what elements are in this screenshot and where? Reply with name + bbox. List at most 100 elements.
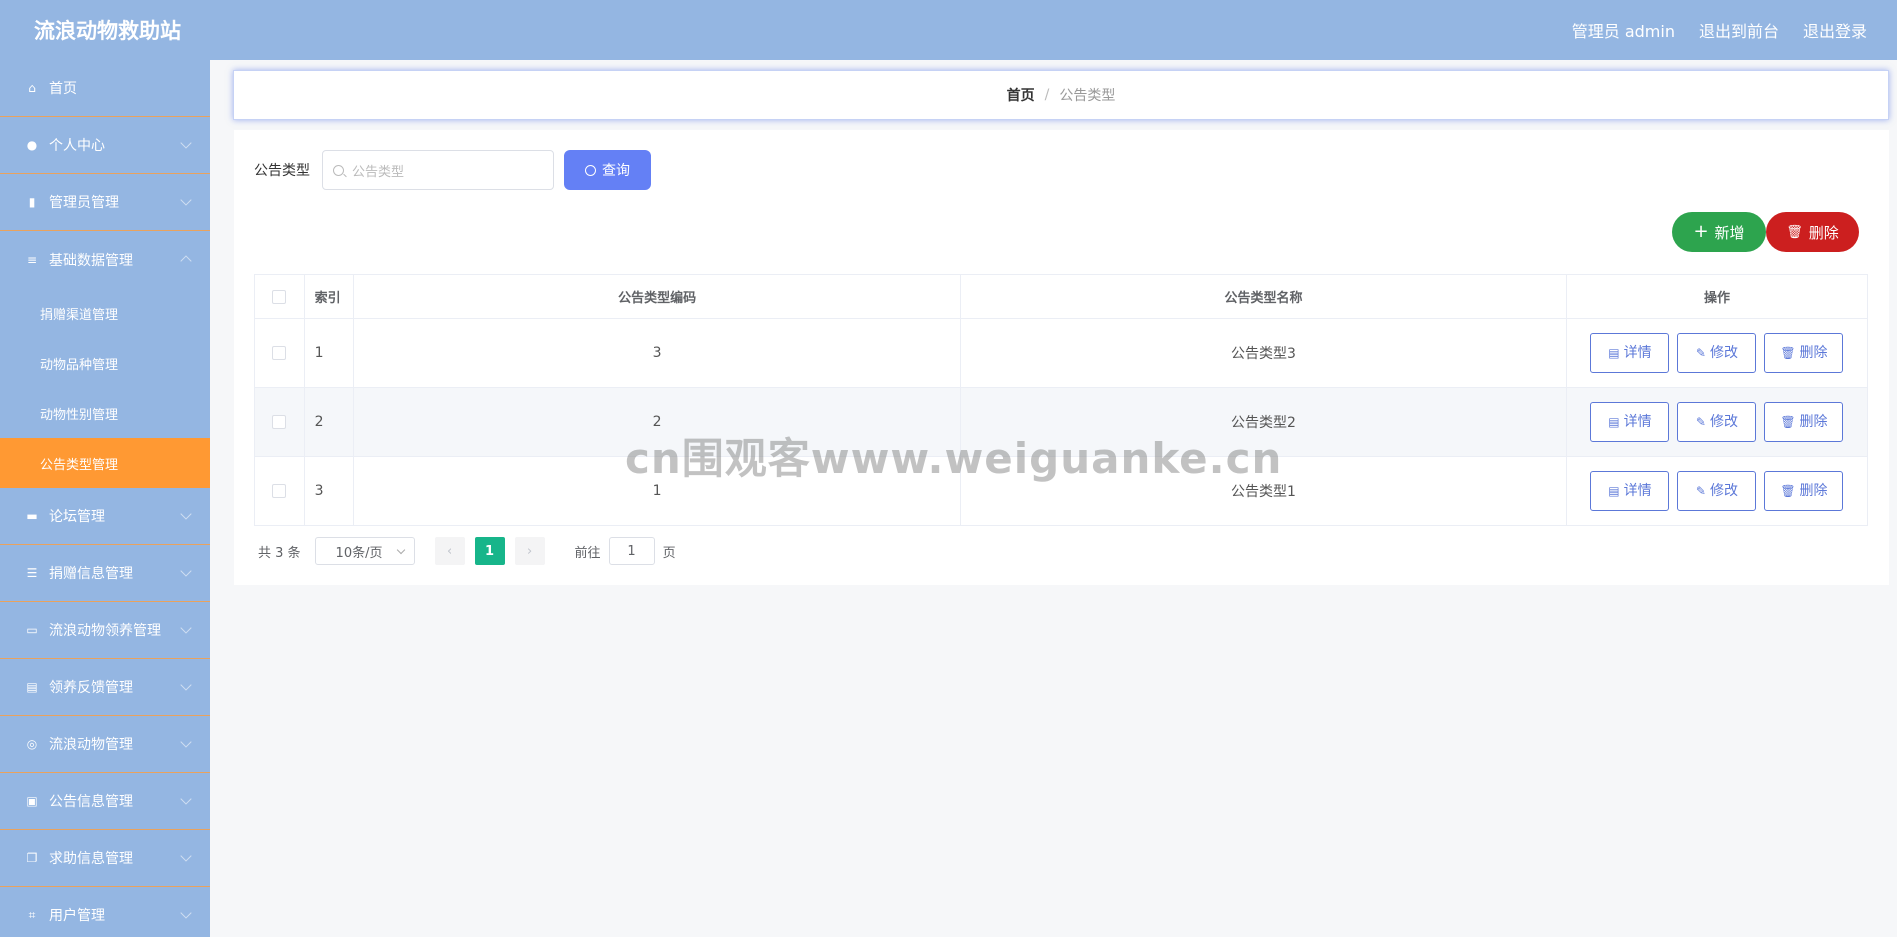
select-all-checkbox[interactable]: [272, 289, 287, 304]
exit-to-frontend-link[interactable]: 退出到前台: [1699, 18, 1779, 42]
card-icon: ▭: [26, 623, 38, 637]
edit-label: 修改: [1709, 414, 1738, 430]
briefcase-icon: ▬: [26, 509, 38, 523]
delete-button[interactable]: 🗑 删除: [1764, 333, 1844, 373]
table-header-row: 索引 公告类型编码 公告类型名称 操作: [254, 274, 1869, 319]
pencil-icon: ✎: [1695, 415, 1706, 429]
sidebar-item-users[interactable]: ⌗ 用户管理: [0, 887, 210, 937]
detail-button[interactable]: ▤ 详情: [1590, 333, 1670, 373]
trash-icon: 🗑: [1780, 415, 1796, 429]
delete-button[interactable]: 🗑 删除: [1764, 402, 1844, 442]
chevron-down-icon: [180, 565, 192, 577]
prev-page-button[interactable]: ‹: [434, 537, 465, 565]
plus-icon: +: [1693, 221, 1709, 242]
sidebar-item-profile[interactable]: ● 个人中心: [0, 117, 210, 174]
crop-icon: ⌗: [28, 908, 36, 922]
sidebar-item-label: 论坛管理: [49, 509, 105, 525]
edit-button[interactable]: ✎ 修改: [1677, 402, 1757, 442]
data-table: 索引 公告类型编码 公告类型名称 操作 1 3 公告类型3 ▤ 详情 ✎ 修改 🗑 删除 …: [254, 274, 1869, 526]
chevron-down-icon: [180, 907, 192, 919]
chevron-down-icon: [180, 508, 192, 520]
edit-button[interactable]: ✎ 修改: [1677, 333, 1757, 373]
batch-delete-button[interactable]: 🗑 删除: [1766, 212, 1859, 252]
goto-suffix: 页: [662, 545, 676, 561]
sidebar-item-label: 公告信息管理: [49, 794, 133, 810]
watermark: cn围观客www.weiguanke.cn: [625, 434, 1283, 483]
sidebar-item-label: 流浪动物管理: [49, 737, 133, 753]
bar-chart-icon: ▮: [28, 195, 36, 209]
row-checkbox-cell: [254, 318, 305, 388]
sidebar-item-admins[interactable]: ▮ 管理员管理: [0, 174, 210, 231]
chevron-down-icon: [396, 545, 405, 555]
clipboard-icon: ▤: [26, 680, 38, 694]
sidebar-subitem-animal-breed[interactable]: 动物品种管理: [0, 338, 210, 388]
row-checkbox[interactable]: [272, 346, 287, 360]
delete-button[interactable]: 🗑 删除: [1764, 471, 1844, 511]
sidebar-item-adoption[interactable]: ▭ 流浪动物领养管理: [0, 602, 210, 659]
sidebar-item-label: 首页: [49, 81, 77, 97]
sidebar-item-label: 管理员管理: [49, 195, 119, 211]
header-links: 管理员 admin 退出到前台 退出登录: [1572, 18, 1867, 42]
breadcrumb-separator: /: [1044, 87, 1050, 103]
page-size-select[interactable]: 10条/页: [314, 537, 415, 565]
goto-label: 前往: [574, 545, 601, 561]
edit-button[interactable]: ✎ 修改: [1677, 471, 1757, 511]
sidebar-subitem-donation-channel[interactable]: 捐赠渠道管理: [0, 288, 210, 338]
sidebar-item-label: 流浪动物领养管理: [49, 623, 161, 639]
chevron-down-icon: [180, 793, 192, 805]
admin-user-link[interactable]: 管理员 admin: [1572, 18, 1675, 42]
total-count: 共 3 条: [258, 545, 301, 561]
add-button[interactable]: + 新增: [1672, 212, 1766, 252]
user-icon: ●: [26, 138, 38, 152]
sidebar-item-home[interactable]: ⌂ 首页: [0, 60, 210, 117]
detail-button[interactable]: ▤ 详情: [1590, 471, 1670, 511]
sidebar-subitem-notice-type[interactable]: 公告类型管理: [0, 438, 210, 488]
row-checkbox[interactable]: [272, 415, 287, 429]
cell-index: 2: [303, 387, 355, 457]
sidebar-subitem-animal-gender[interactable]: 动物性别管理: [0, 388, 210, 438]
trash-icon: 🗑: [1780, 484, 1796, 498]
cell-actions: ▤ 详情 ✎ 修改 🗑 删除: [1565, 318, 1869, 388]
chevron-up-icon: [180, 255, 192, 267]
cell-name: 公告类型3: [960, 318, 1567, 388]
search-input[interactable]: 公告类型: [322, 150, 554, 190]
cell-index: 3: [303, 456, 355, 526]
chevron-down-icon: [180, 137, 192, 149]
search-icon: [585, 164, 596, 176]
cell-index: 1: [303, 318, 355, 388]
search-bar: 公告类型 公告类型 查询: [254, 150, 651, 190]
sidebar-item-help-info[interactable]: ❐ 求助信息管理: [0, 830, 210, 887]
edit-label: 修改: [1709, 345, 1738, 361]
row-checkbox[interactable]: [272, 484, 287, 498]
page-size-value: 10条/页: [335, 545, 383, 561]
sidebar-item-basic-data[interactable]: ≡ 基础数据管理: [0, 231, 210, 288]
edit-label: 修改: [1709, 483, 1738, 499]
content-panel: 公告类型 公告类型 查询 + 新增 🗑 删除 索引 公告类型编码 公告类型名称 …: [234, 130, 1889, 585]
detail-button[interactable]: ▤ 详情: [1590, 402, 1670, 442]
page-number-button[interactable]: 1: [474, 537, 505, 565]
sidebar-item-notice-info[interactable]: ▣ 公告信息管理: [0, 773, 210, 830]
batch-delete-label: 删除: [1808, 223, 1839, 242]
delete-label: 删除: [1799, 483, 1828, 499]
sidebar-item-adoption-feedback[interactable]: ▤ 领养反馈管理: [0, 659, 210, 716]
search-icon: [333, 164, 344, 176]
next-page-button[interactable]: ›: [514, 537, 545, 565]
sidebar-item-label: 用户管理: [49, 908, 105, 924]
header-code: 公告类型编码: [353, 274, 962, 319]
detail-label: 详情: [1623, 483, 1652, 499]
logout-link[interactable]: 退出登录: [1803, 18, 1867, 42]
sidebar-item-forum[interactable]: ▬ 论坛管理: [0, 488, 210, 545]
sidebar-item-donation-info[interactable]: ☰ 捐赠信息管理: [0, 545, 210, 602]
query-button[interactable]: 查询: [564, 150, 651, 190]
goto-page: 前往 1 页: [575, 537, 676, 565]
goto-page-input[interactable]: 1: [608, 537, 655, 565]
sidebar-item-stray-animals[interactable]: ◎ 流浪动物管理: [0, 716, 210, 773]
trash-icon: 🗑: [1780, 346, 1796, 360]
header-index: 索引: [303, 274, 355, 319]
add-button-label: 新增: [1714, 223, 1745, 242]
sidebar: ⌂ 首页 ● 个人中心 ▮ 管理员管理 ≡ 基础数据管理 捐赠渠道管理 动物品种…: [0, 60, 210, 937]
search-placeholder: 公告类型: [352, 164, 405, 180]
delete-label: 删除: [1799, 345, 1828, 361]
sidebar-item-label: 求助信息管理: [49, 851, 133, 867]
breadcrumb-home[interactable]: 首页: [1007, 85, 1035, 105]
